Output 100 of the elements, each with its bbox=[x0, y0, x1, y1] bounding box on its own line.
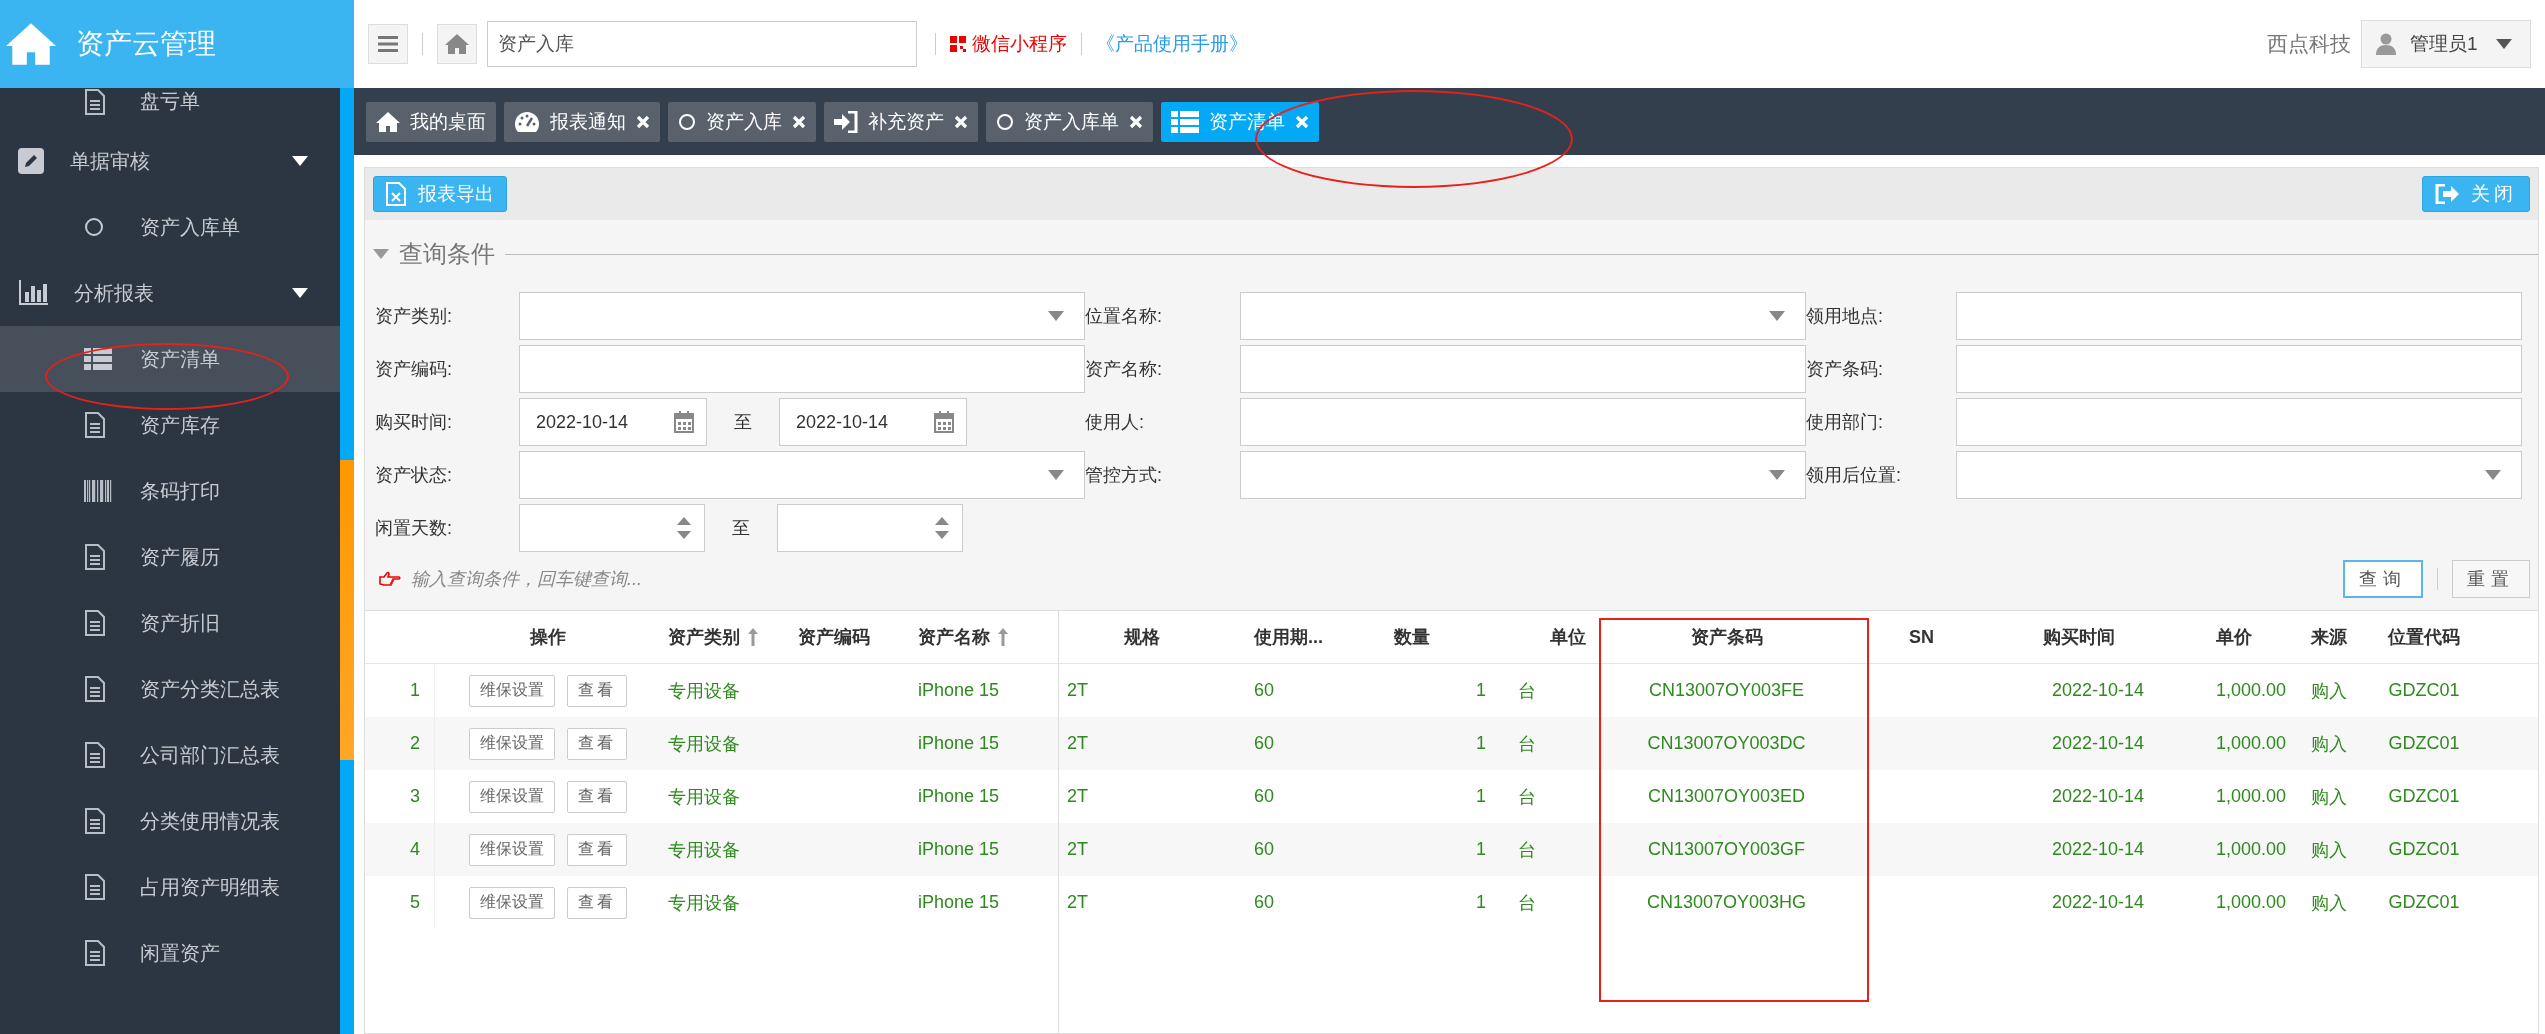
number-field[interactable] bbox=[519, 504, 705, 552]
sidebar-item[interactable]: 条码打印 bbox=[0, 458, 340, 524]
column-header[interactable]: 使用期... bbox=[1224, 625, 1364, 649]
column-header[interactable]: 资产名称 bbox=[910, 625, 1058, 649]
select-field[interactable] bbox=[1956, 451, 2522, 499]
close-icon[interactable] bbox=[636, 114, 650, 129]
user-menu[interactable]: 管理员1 bbox=[2361, 20, 2531, 68]
sidebar-item[interactable]: 公司部门汇总表 bbox=[0, 722, 340, 788]
view-button[interactable]: 查看 bbox=[566, 674, 627, 707]
sidebar-item[interactable]: 闲置资产 bbox=[0, 920, 340, 986]
sidebar-item[interactable]: 盘亏单 bbox=[0, 88, 340, 128]
table-cell-text: 购入 bbox=[2311, 679, 2347, 703]
select-field[interactable] bbox=[1240, 451, 1806, 499]
view-button[interactable]: 查看 bbox=[566, 833, 627, 866]
column-header[interactable]: 资产条码 bbox=[1594, 625, 1859, 649]
select-field[interactable] bbox=[1240, 292, 1806, 340]
view-button[interactable]: 查看 bbox=[566, 886, 627, 919]
number-field[interactable] bbox=[777, 504, 963, 552]
close-icon[interactable] bbox=[792, 114, 806, 129]
sidebar-item[interactable]: 资产清单 bbox=[0, 326, 340, 392]
column-header[interactable]: 来源 bbox=[2294, 625, 2364, 649]
column-header[interactable]: 资产类别 bbox=[660, 625, 790, 649]
column-header[interactable]: 规格 bbox=[1059, 625, 1224, 649]
column-header[interactable]: 操作 bbox=[435, 625, 660, 649]
document-icon bbox=[84, 543, 106, 571]
sidebar-item[interactable]: 资产库存 bbox=[0, 392, 340, 458]
sidebar-group[interactable]: 分析报表 bbox=[0, 260, 340, 326]
date-field[interactable]: 2022-10-14 bbox=[779, 398, 967, 446]
column-header[interactable]: 资产编码 bbox=[790, 625, 910, 649]
table-cell-text: 台 bbox=[1518, 891, 1536, 915]
table-cell: 1 bbox=[1476, 733, 1486, 754]
table-cell-text: 专用设备 bbox=[668, 785, 740, 809]
close-icon[interactable] bbox=[954, 114, 968, 129]
tab[interactable]: 补充资产 bbox=[824, 101, 978, 142]
row-number: 5 bbox=[410, 892, 420, 913]
sidebar-group[interactable]: 单据审核 bbox=[0, 128, 340, 194]
range-separator: 至 bbox=[731, 517, 751, 540]
column-header[interactable]: 单价 bbox=[2174, 625, 2294, 649]
sidebar-item[interactable]: 占用资产明细表 bbox=[0, 854, 340, 920]
text-field[interactable] bbox=[1956, 398, 2522, 446]
maintenance-settings-button[interactable]: 维保设置 bbox=[468, 674, 555, 707]
sidebar-item[interactable]: 资产折旧 bbox=[0, 590, 340, 656]
table-cell-text: 专用设备 bbox=[668, 679, 740, 703]
column-header[interactable]: SN bbox=[1859, 626, 1984, 648]
table-cell: 1 bbox=[1476, 892, 1486, 913]
view-button[interactable]: 查看 bbox=[566, 727, 627, 760]
text-field[interactable] bbox=[519, 345, 1085, 393]
sidebar-item[interactable]: 资产分类汇总表 bbox=[0, 656, 340, 722]
range-separator: 至 bbox=[733, 411, 753, 434]
mini-program-link[interactable]: 微信小程序 bbox=[950, 31, 1067, 57]
qr-code-icon bbox=[950, 36, 966, 52]
table-cell: 2022-10-14 bbox=[2051, 839, 2144, 860]
excel-file-icon bbox=[386, 182, 406, 206]
menu-icon bbox=[378, 36, 398, 52]
tab[interactable]: 我的桌面 bbox=[366, 101, 496, 142]
home-button[interactable] bbox=[437, 24, 477, 64]
query-button[interactable]: 查询 bbox=[2343, 560, 2423, 598]
menu-button[interactable] bbox=[368, 24, 408, 64]
tab[interactable]: 报表通知 bbox=[504, 101, 660, 142]
table-cell: GDZC01 bbox=[2388, 892, 2460, 913]
close-icon[interactable] bbox=[1129, 114, 1143, 129]
sidebar-item[interactable]: 资产入库单 bbox=[0, 194, 340, 260]
document-icon bbox=[84, 939, 106, 967]
home-icon bbox=[445, 34, 469, 54]
table-cell: 2022-10-14 bbox=[2051, 733, 2144, 754]
date-field[interactable]: 2022-10-14 bbox=[519, 398, 707, 446]
search-field[interactable]: 资产入库 bbox=[487, 21, 917, 67]
row-number: 3 bbox=[410, 786, 420, 807]
maintenance-settings-button[interactable]: 维保设置 bbox=[468, 780, 555, 813]
sidebar-item[interactable]: 资产履历 bbox=[0, 524, 340, 590]
select-field[interactable] bbox=[519, 451, 1085, 499]
table-cell: 1,000.00 bbox=[2215, 839, 2286, 860]
maintenance-settings-button[interactable]: 维保设置 bbox=[468, 833, 555, 866]
table-cell: 60 bbox=[1254, 680, 1275, 701]
sign-in-icon bbox=[834, 110, 858, 133]
tab[interactable]: 资产入库 bbox=[668, 101, 816, 142]
table-cell: iPhone 15 bbox=[918, 733, 1000, 754]
tab[interactable]: 资产入库单 bbox=[986, 101, 1153, 142]
table-cell: 1,000.00 bbox=[2215, 680, 2286, 701]
maintenance-settings-button[interactable]: 维保设置 bbox=[468, 727, 555, 760]
close-icon[interactable] bbox=[1295, 114, 1309, 129]
column-header[interactable]: 数量 bbox=[1364, 625, 1494, 649]
column-header[interactable]: 购买时间 bbox=[1984, 625, 2174, 649]
table-cell: 1 bbox=[1476, 786, 1486, 807]
text-field[interactable] bbox=[1956, 345, 2522, 393]
maintenance-settings-button[interactable]: 维保设置 bbox=[468, 886, 555, 919]
select-field[interactable] bbox=[519, 292, 1085, 340]
calendar-icon bbox=[674, 411, 694, 433]
sign-out-icon bbox=[2435, 184, 2459, 204]
table-cell: CN13007OY003ED bbox=[1647, 786, 1806, 807]
column-header[interactable]: 单位 bbox=[1494, 625, 1594, 649]
text-field[interactable] bbox=[1240, 345, 1806, 393]
sidebar-item[interactable]: 分类使用情况表 bbox=[0, 788, 340, 854]
text-field[interactable] bbox=[1240, 398, 1806, 446]
view-button[interactable]: 查看 bbox=[566, 780, 627, 813]
table-cell-text: 台 bbox=[1518, 679, 1536, 703]
column-header[interactable]: 位置代码 bbox=[2364, 625, 2484, 649]
caret-icon bbox=[1048, 311, 1064, 321]
reset-button[interactable]: 重置 bbox=[2452, 560, 2530, 598]
text-field[interactable] bbox=[1956, 292, 2522, 340]
